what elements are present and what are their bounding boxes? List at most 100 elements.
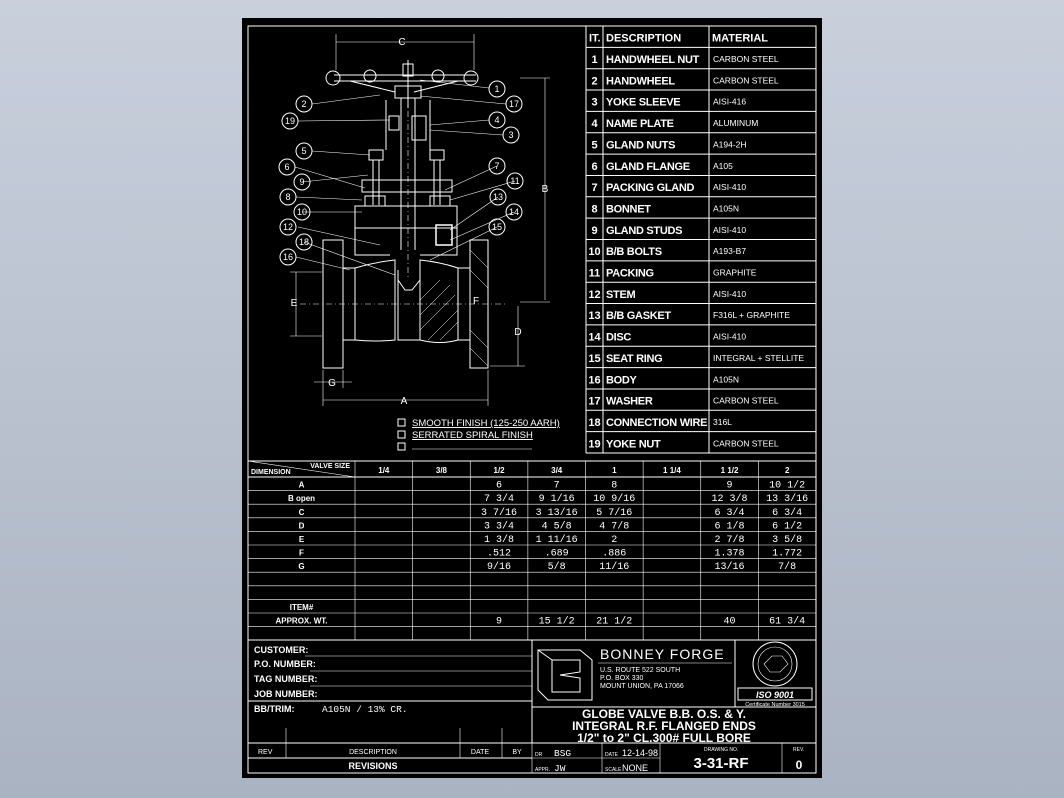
part-description: WASHER	[606, 396, 653, 408]
dim-table-row-label: B open	[288, 494, 315, 503]
dim-table-row-label: ITEM#	[290, 603, 314, 612]
dim-table-cell: 5/8	[548, 561, 566, 573]
dim-table-cell: 10 9/16	[593, 493, 635, 505]
dim-table-cell: 11/16	[599, 561, 629, 573]
iso-label: ISO 9001	[756, 690, 794, 700]
dim-table-cell: 7	[554, 481, 560, 492]
customer-label: CUSTOMER:	[254, 645, 308, 655]
dim-table-cell: 4 7/8	[599, 520, 629, 532]
part-item-number: 17	[588, 396, 600, 408]
finish-option-1: SMOOTH FINISH (125-250 AARH)	[412, 418, 560, 429]
part-description: SEAT RING	[606, 353, 662, 365]
dim-table-cell: 15 1/2	[539, 616, 575, 628]
dim-table-cell: 3 3/4	[484, 520, 514, 532]
part-material: A105N	[713, 203, 739, 213]
rev-description-header: DESCRIPTION	[349, 749, 397, 756]
dim-table-cell: .512	[487, 549, 511, 560]
balloon-3: 3	[508, 130, 513, 140]
dim-table-cell: 8	[611, 481, 617, 492]
part-item-number: 12	[588, 289, 600, 301]
revision-number: 0	[796, 758, 803, 772]
drawn-by-value: BSG	[554, 748, 571, 759]
part-material: CARBON STEEL	[713, 75, 779, 85]
dim-table-cell: 5 7/16	[596, 507, 632, 519]
balloon-7: 7	[494, 161, 499, 171]
dim-table-cell: 2 7/8	[715, 534, 745, 546]
parts-list: IT. DESCRIPTION MATERIAL 1 HANDWHEEL NUT CARB…	[585, 25, 816, 454]
balloon-15: 15	[492, 222, 502, 232]
dim-table-cell: .689	[545, 549, 569, 560]
part-description: HANDWHEEL	[606, 75, 675, 87]
part-description: BONNET	[606, 203, 651, 215]
dim-table-cell: 7/8	[778, 561, 796, 573]
part-description: GLAND NUTS	[606, 139, 675, 151]
dim-label-d: D	[514, 327, 521, 338]
part-description: HANDWHEEL NUT	[606, 54, 700, 66]
balloon-1: 1	[494, 84, 499, 94]
balloon-5: 5	[301, 146, 306, 156]
part-description: B/B GASKET	[606, 310, 671, 322]
dim-table-row-label: G	[298, 562, 304, 571]
part-description: YOKE NUT	[606, 438, 661, 450]
rev-by-header: BY	[512, 749, 522, 756]
balloon-16: 16	[283, 252, 293, 262]
dim-table-cell: 21 1/2	[596, 616, 632, 628]
dim-table-size-header: 1/2	[494, 466, 506, 475]
dim-table-cell: 6 1/2	[772, 520, 802, 532]
dim-table-size-header: 1/4	[378, 466, 390, 475]
part-material: 316L	[713, 417, 732, 427]
part-item-number: 11	[589, 268, 601, 280]
dim-label-a: A	[401, 396, 408, 407]
part-item-number: 7	[591, 182, 597, 194]
dim-label-b: B	[542, 184, 549, 195]
balloon-13: 13	[493, 192, 503, 202]
part-description: DISC	[606, 332, 631, 344]
part-material: AISI-410	[713, 332, 746, 342]
dim-table-size-header: 3/4	[551, 466, 563, 475]
approved-value: JW	[554, 763, 566, 774]
part-item-number: 9	[591, 225, 597, 237]
dim-table-row-label: E	[299, 535, 305, 544]
part-item-number: 5	[591, 139, 597, 151]
part-material: CARBON STEEL	[713, 396, 779, 406]
balloon-17: 17	[509, 99, 519, 109]
dim-table-row-label: APPROX. WT.	[275, 617, 327, 626]
dim-table-cell: 10 1/2	[769, 480, 805, 492]
dim-table-row-label: F	[299, 549, 304, 558]
dim-label-g: G	[328, 378, 336, 389]
part-material: AISI-410	[713, 289, 746, 299]
dim-label-f: F	[473, 296, 479, 307]
revisions-footer: REVISIONS	[348, 761, 397, 771]
part-item-number: 15	[588, 353, 600, 365]
dim-label-e: E	[291, 298, 298, 309]
part-material: AISI-410	[713, 225, 746, 235]
part-material: ALUMINUM	[713, 118, 758, 128]
balloon-11: 11	[510, 176, 519, 186]
part-description: PACKING GLAND	[606, 182, 695, 194]
part-description: GLAND FLANGE	[606, 161, 690, 173]
part-description: STEM	[606, 289, 635, 301]
dim-table-cell: 3 13/16	[536, 507, 578, 519]
part-description: GLAND STUDS	[606, 225, 682, 237]
tag-number-label: TAG NUMBER:	[254, 674, 317, 684]
balloon-19: 19	[285, 116, 295, 126]
part-description: B/B BOLTS	[606, 246, 662, 258]
part-item-number: 8	[591, 203, 597, 215]
dim-table-cell: 13/16	[715, 561, 745, 573]
dim-table-corner-bottom: DIMENSION	[251, 469, 291, 476]
part-item-number: 10	[588, 246, 600, 258]
part-item-number: 19	[588, 438, 600, 450]
company-address-3: MOUNT UNION, PA 17066	[600, 683, 684, 690]
part-item-number: 13	[588, 310, 600, 322]
part-description: NAME PLATE	[606, 118, 674, 130]
drawn-by-label: DR	[535, 752, 543, 758]
part-description: YOKE SLEEVE	[606, 97, 680, 109]
part-item-number: 2	[591, 75, 597, 87]
parts-header-description: DESCRIPTION	[606, 33, 681, 45]
dim-table-size-header: 3/8	[436, 466, 448, 475]
dim-table-cell: 12 3/8	[712, 493, 748, 505]
scale-label: SCALE	[605, 767, 622, 773]
part-material: F316L + GRAPHITE	[713, 310, 790, 320]
dim-table-size-header: 1 1/4	[663, 466, 681, 475]
drawing-number: 3-31-RF	[693, 755, 748, 772]
